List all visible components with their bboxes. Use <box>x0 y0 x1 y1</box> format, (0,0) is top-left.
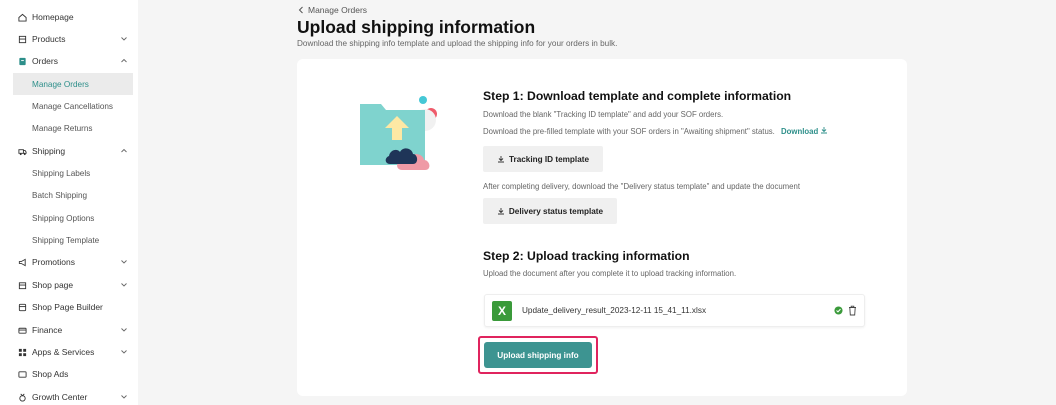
download-link-label: Download <box>781 127 819 136</box>
sidebar-item-batch-shipping[interactable]: Batch Shipping <box>0 184 138 206</box>
sidebar-item-label: Apps & Services <box>32 347 95 357</box>
chevron-down-icon <box>121 328 127 332</box>
sidebar-item-shipping-labels[interactable]: Shipping Labels <box>0 162 138 184</box>
page-title: Upload shipping information <box>297 17 536 37</box>
chevron-up-icon <box>121 58 127 63</box>
apps-icon <box>18 348 27 357</box>
sidebar-item-label: Batch Shipping <box>32 190 88 200</box>
megaphone-icon <box>18 258 27 267</box>
upload-folder-illustration <box>360 96 437 170</box>
sidebar-item-label: Shipping Template <box>32 235 100 245</box>
card-icon <box>18 326 27 335</box>
delivery-status-template-label: Delivery status template <box>508 206 604 216</box>
sidebar-item-shop-page-builder[interactable]: Shop Page Builder <box>0 296 138 318</box>
sidebar-item-shipping[interactable]: Shipping <box>0 140 138 162</box>
chevron-down-icon <box>121 283 127 287</box>
sidebar-item-label: Growth Center <box>32 392 88 402</box>
sidebar-item-label: Promotions <box>32 257 75 267</box>
box-icon <box>18 35 27 44</box>
tracking-id-template-button[interactable]: Tracking ID template <box>483 146 603 172</box>
download-icon <box>497 208 504 215</box>
sidebar-item-label: Finance <box>32 325 63 335</box>
sidebar-item-products[interactable]: Products <box>0 28 138 50</box>
orders-icon <box>18 57 27 66</box>
sidebar-item-label: Shipping Options <box>32 213 95 223</box>
uploaded-file-name: Update_delivery_result_2023-12-11 15_41_… <box>522 306 707 315</box>
sidebar-item-label: Manage Cancellations <box>32 101 114 111</box>
breadcrumb-label: Manage Orders <box>308 5 368 15</box>
breadcrumb[interactable]: Manage Orders <box>298 5 367 15</box>
step1-title: Step 1: Download template and complete i… <box>483 89 792 103</box>
sidebar-item-label: Homepage <box>32 12 74 22</box>
ads-icon <box>18 370 27 379</box>
chevron-down-icon <box>121 350 127 354</box>
excel-file-icon: X <box>492 301 512 321</box>
sidebar-item-growth-center[interactable]: Growth Center <box>0 386 138 405</box>
medal-icon <box>18 393 27 402</box>
sidebar-item-label: Shipping Labels <box>32 168 91 178</box>
sidebar: Homepage Products Orders Manage Orders M… <box>0 0 138 405</box>
sidebar-item-label: Shop Page Builder <box>32 302 103 312</box>
page-subtitle: Download the shipping info template and … <box>297 39 618 48</box>
trash-icon[interactable] <box>848 305 857 316</box>
home-icon <box>18 13 27 22</box>
sidebar-item-label: Shipping <box>32 146 66 156</box>
sidebar-item-shop-page[interactable]: Shop page <box>0 274 138 296</box>
sidebar-item-label: Manage Returns <box>32 123 93 133</box>
uploaded-file-row: X Update_delivery_result_2023-12-11 15_4… <box>484 294 865 327</box>
tracking-id-template-label: Tracking ID template <box>508 154 590 164</box>
sidebar-item-label: Products <box>32 34 66 44</box>
truck-icon <box>18 147 27 156</box>
sidebar-item-label: Orders <box>32 56 58 66</box>
step2-instruction: Upload the document after you complete i… <box>483 269 737 278</box>
sidebar-item-promotions[interactable]: Promotions <box>0 251 138 273</box>
sidebar-item-orders[interactable]: Orders <box>0 50 138 72</box>
chevron-up-icon <box>121 148 127 153</box>
chevron-down-icon <box>121 37 127 41</box>
upload-shipping-info-button[interactable]: Upload shipping info <box>484 342 592 368</box>
sidebar-item-label: Manage Orders <box>32 79 89 89</box>
step1-instruction-blank: Download the blank "Tracking ID template… <box>483 110 724 119</box>
sidebar-item-manage-cancellations[interactable]: Manage Cancellations <box>0 95 138 117</box>
sidebar-item-manage-orders[interactable]: Manage Orders <box>13 73 133 95</box>
chevron-down-icon <box>121 260 127 264</box>
step1-prefilled-text: Download the pre-filled template with yo… <box>483 127 775 136</box>
sidebar-item-shipping-template[interactable]: Shipping Template <box>0 229 138 251</box>
sidebar-item-shipping-options[interactable]: Shipping Options <box>0 207 138 229</box>
step1-instruction-prefilled: Download the pre-filled template with yo… <box>483 126 828 136</box>
download-icon <box>497 156 504 163</box>
sidebar-item-finance[interactable]: Finance <box>0 319 138 341</box>
download-icon <box>821 127 828 134</box>
sidebar-item-shop-ads[interactable]: Shop Ads <box>0 363 138 385</box>
sidebar-item-label: Shop Ads <box>32 369 69 379</box>
sidebar-item-manage-returns[interactable]: Manage Returns <box>0 117 138 139</box>
chevron-left-icon <box>298 6 303 14</box>
sidebar-item-homepage[interactable]: Homepage <box>0 6 138 28</box>
download-link[interactable]: Download <box>781 127 828 136</box>
shop-icon <box>18 281 27 290</box>
step2-title: Step 2: Upload tracking information <box>483 249 690 263</box>
sidebar-item-apps-services[interactable]: Apps & Services <box>0 341 138 363</box>
delivery-status-template-button[interactable]: Delivery status template <box>483 198 617 224</box>
check-circle-icon <box>834 306 843 315</box>
sidebar-item-label: Shop page <box>32 280 74 290</box>
step1-instruction-delivery: After completing delivery, download the … <box>483 182 801 191</box>
chevron-down-icon <box>121 395 127 399</box>
builder-icon <box>18 303 27 312</box>
